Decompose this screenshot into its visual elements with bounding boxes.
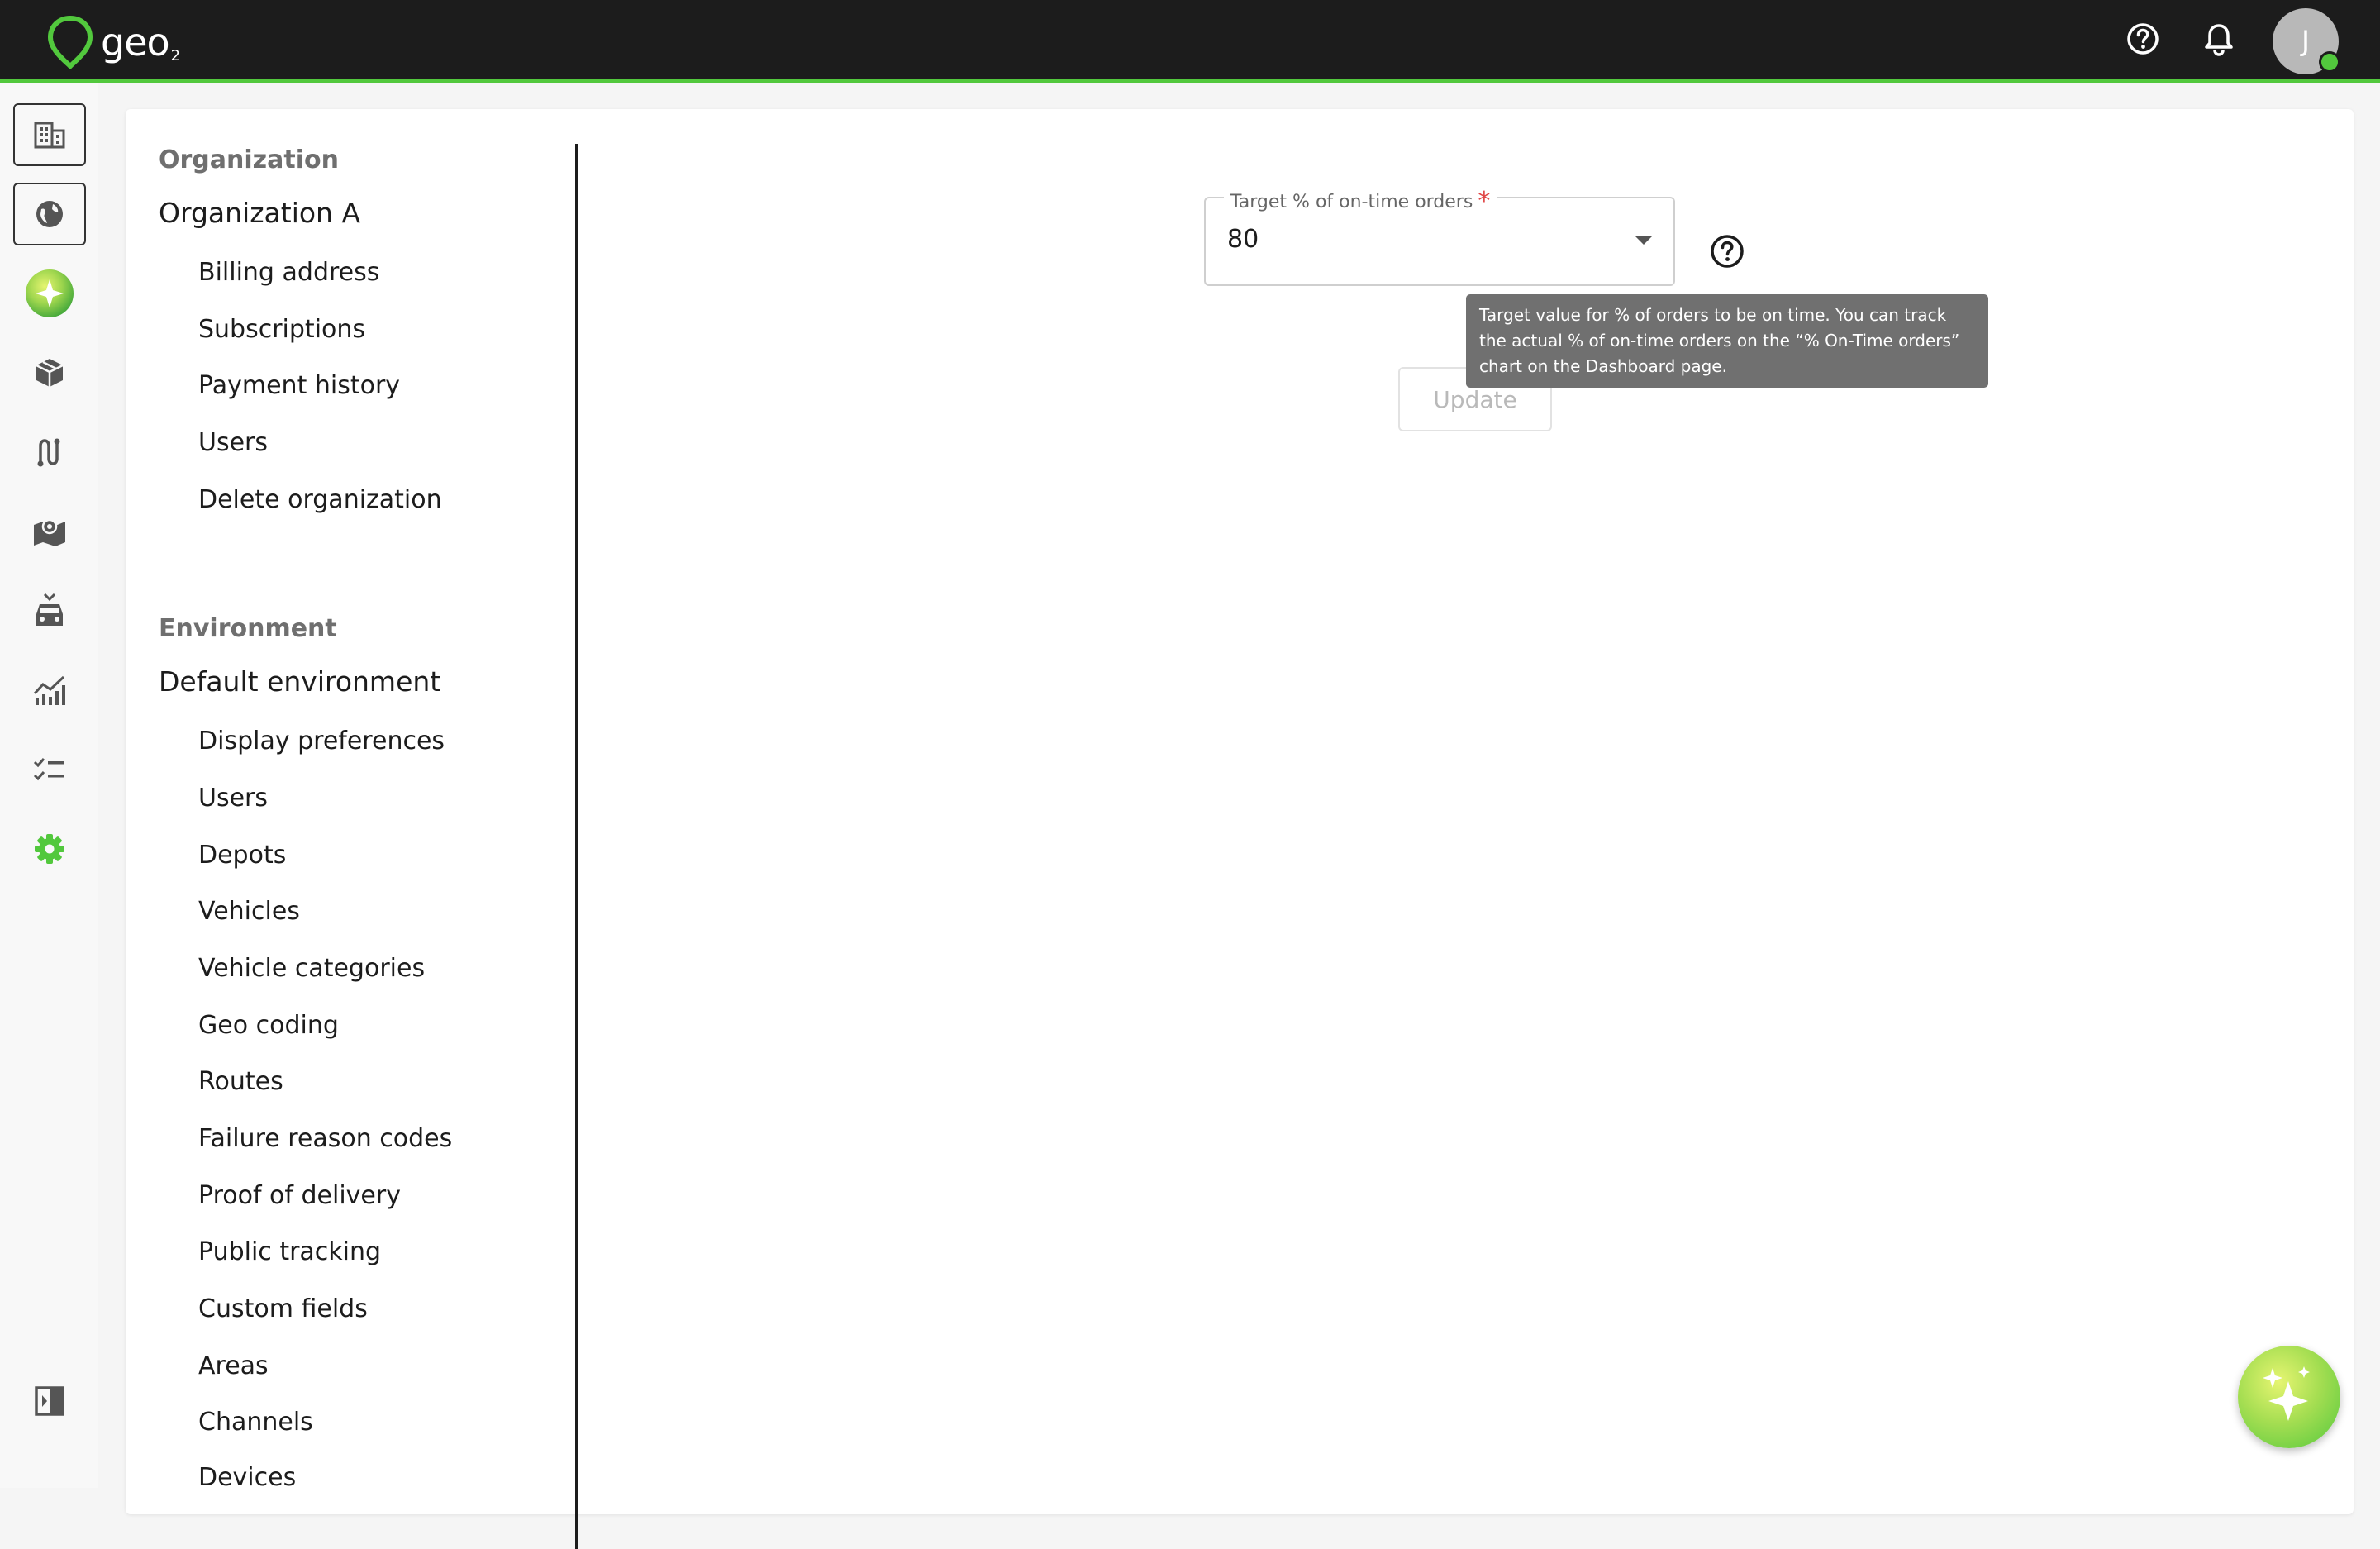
sparkle-icon	[2263, 1366, 2310, 1421]
nav-link-failure-reason-codes[interactable]: Failure reason codes	[198, 1124, 452, 1153]
rail-item-routes[interactable]	[13, 421, 86, 484]
chevron-down-icon[interactable]	[1635, 236, 1652, 245]
vertical-divider	[575, 144, 578, 1549]
nav-link-areas[interactable]: Areas	[198, 1351, 269, 1380]
bell-icon[interactable]	[2198, 18, 2240, 60]
settings-card: Organization Organization A Billing addr…	[126, 109, 2354, 1549]
nav-link-subscriptions[interactable]: Subscriptions	[198, 315, 365, 344]
nav-link-custom-fields[interactable]: Custom fields	[198, 1294, 368, 1323]
car-icon	[36, 593, 63, 626]
online-status-dot	[2319, 51, 2340, 73]
sparkle-icon	[26, 269, 74, 317]
nav-link-vehicles[interactable]: Vehicles	[198, 897, 300, 926]
help-circle-icon[interactable]	[2122, 18, 2163, 60]
ai-assistant-fab[interactable]	[2238, 1346, 2340, 1448]
top-bar: geo 2 J	[0, 0, 2380, 83]
location-pin-icon	[47, 15, 93, 69]
avatar-initial: J	[2301, 25, 2311, 58]
rail-item-orders[interactable]	[13, 341, 86, 404]
required-asterisk: *	[1478, 187, 1491, 216]
nav-link-organization-users[interactable]: Users	[198, 428, 268, 457]
field-help-icon[interactable]	[1709, 233, 1745, 269]
nav-link-payment-history[interactable]: Payment history	[198, 371, 400, 400]
rail-item-vehicles[interactable]	[13, 579, 86, 642]
gear-icon	[35, 834, 64, 864]
checklist-icon	[33, 758, 64, 781]
logo-subscript: 2	[170, 46, 181, 64]
target-on-time-value: 80	[1227, 225, 1259, 254]
target-on-time-select[interactable]: Target % of on-time orders * 80	[1204, 185, 1675, 286]
nav-link-public-tracking[interactable]: Public tracking	[198, 1237, 381, 1266]
nav-link-depots[interactable]: Depots	[198, 841, 286, 870]
settings-navigation: Organization Organization A Billing addr…	[126, 109, 575, 1514]
logo-text: geo	[101, 20, 170, 64]
route-icon	[37, 438, 60, 467]
nav-link-delete-organization[interactable]: Delete organization	[198, 485, 442, 514]
left-navigation-rail	[0, 83, 98, 1488]
environment-name[interactable]: Default environment	[159, 665, 440, 698]
rail-item-environment[interactable]	[13, 183, 86, 245]
environment-heading: Environment	[159, 614, 337, 643]
rail-item-analytics[interactable]	[13, 659, 86, 722]
nav-link-vehicle-categories[interactable]: Vehicle categories	[198, 954, 425, 983]
nav-link-proof-of-delivery[interactable]: Proof of delivery	[198, 1181, 401, 1210]
help-tooltip: Target value for % of orders to be on ti…	[1466, 294, 1988, 388]
app-logo[interactable]: geo 2	[46, 13, 180, 71]
rail-item-tasks[interactable]	[13, 738, 86, 801]
nav-link-environment-users[interactable]: Users	[198, 784, 268, 813]
organization-name[interactable]: Organization A	[159, 197, 360, 229]
map-icon	[34, 518, 65, 546]
nav-link-routes[interactable]: Routes	[198, 1067, 283, 1096]
rail-item-settings[interactable]	[13, 817, 86, 880]
user-avatar[interactable]: J	[2273, 8, 2340, 74]
target-on-time-label: Target % of on-time orders *	[1224, 185, 1497, 216]
field-label-text: Target % of on-time orders	[1230, 192, 1473, 212]
organization-heading: Organization	[159, 145, 339, 174]
nav-link-display-preferences[interactable]: Display preferences	[198, 727, 445, 755]
rail-item-organization[interactable]	[13, 103, 86, 166]
rail-item-collapse[interactable]	[13, 1370, 86, 1432]
building-icon	[34, 122, 65, 149]
sidebar-toggle-icon	[35, 1386, 64, 1416]
nav-link-billing-address[interactable]: Billing address	[198, 258, 379, 287]
rail-item-ai-assistant[interactable]	[13, 262, 86, 325]
nav-link-geo-coding[interactable]: Geo coding	[198, 1011, 339, 1040]
rail-item-map[interactable]	[13, 500, 86, 563]
nav-link-channels[interactable]: Channels	[198, 1408, 313, 1437]
chart-icon	[33, 675, 65, 705]
globe-icon	[36, 201, 63, 227]
package-icon	[36, 359, 64, 387]
